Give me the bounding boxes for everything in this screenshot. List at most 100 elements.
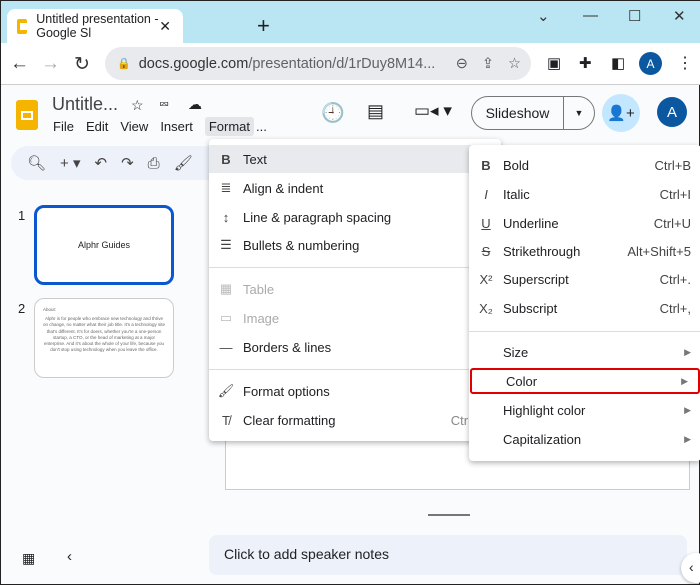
browser-tab[interactable]: Untitled presentation - Google Sl ✕	[7, 9, 183, 43]
slideshow-button[interactable]: Slideshow ▼	[471, 96, 595, 130]
close-window-button[interactable]: ✕	[673, 7, 686, 25]
capitalization-item[interactable]: Capitalization ▶	[469, 425, 700, 453]
new-tab-button[interactable]: +	[257, 13, 270, 39]
menu-bar: File Edit View Insert Format...	[53, 117, 279, 136]
back-icon[interactable]: ←	[10, 53, 29, 75]
profile-avatar[interactable]: A	[639, 52, 662, 75]
table-item: ▦ Table	[209, 275, 501, 303]
item-label: Image	[243, 310, 280, 326]
menu-insert[interactable]: Insert	[160, 119, 193, 134]
line-spacing-item[interactable]: ↕ Line & paragraph spacing	[209, 203, 501, 231]
submenu-arrow-icon: ▶	[684, 433, 691, 444]
new-slide-icon[interactable]: + ▾	[60, 154, 80, 172]
notes-resize-handle[interactable]	[428, 514, 470, 516]
menu-divider	[209, 267, 501, 268]
align-indent-item[interactable]: ≣ Align & indent	[209, 174, 501, 202]
slide-number: 1	[18, 208, 26, 223]
italic-item[interactable]: I Italic Ctrl+I	[469, 180, 700, 208]
item-label: Table	[243, 281, 275, 297]
subscript-icon: X₂	[479, 300, 493, 316]
tab-search-icon[interactable]: ⌄	[537, 7, 550, 25]
move-icon[interactable]: ⮹	[159, 97, 169, 113]
shortcut: Ctrl+U	[653, 215, 691, 231]
collapse-filmstrip-icon[interactable]: ‹	[67, 548, 72, 565]
format-text-item[interactable]: B Text	[209, 145, 501, 173]
slideshow-dropdown-icon[interactable]: ▼	[564, 108, 594, 118]
speaker-notes[interactable]: Click to add speaker notes	[209, 535, 687, 575]
slide-thumbnail-2[interactable]: About: Alphr is for people who embrace ne…	[34, 298, 174, 378]
forward-icon[interactable]: →	[41, 53, 60, 75]
url-path: /presentation/d/1rDuy8M14...	[248, 55, 436, 72]
highlight-color-item[interactable]: Highlight color ▶	[469, 396, 700, 424]
history-icon[interactable]: 🕘	[321, 101, 345, 125]
subscript-item[interactable]: X₂ Subscript Ctrl+,	[469, 294, 700, 322]
submenu-arrow-icon: ▶	[681, 375, 688, 386]
doc-title[interactable]: Untitle...	[52, 94, 118, 115]
align-indent-icon: ≣	[220, 180, 232, 195]
account-avatar[interactable]: A	[657, 97, 687, 127]
side-panel-toggle[interactable]: ‹	[681, 553, 700, 583]
superscript-item[interactable]: X² Superscript Ctrl+.	[469, 265, 700, 293]
grid-view-icon[interactable]: ▦	[22, 550, 35, 567]
line-spacing-icon: ↕	[222, 209, 230, 225]
menu-more[interactable]: ...	[256, 119, 267, 134]
menu-file[interactable]: File	[53, 119, 74, 134]
minimize-button[interactable]: —	[583, 7, 598, 24]
item-label: Subscript	[503, 300, 558, 316]
side-panel-icon[interactable]: ◧	[611, 54, 625, 72]
shortcut: Ctrl+.	[659, 271, 691, 287]
slideshow-label[interactable]: Slideshow	[472, 97, 564, 129]
menu-divider	[209, 369, 501, 370]
comments-icon[interactable]: ▤	[367, 101, 384, 122]
undo-icon[interactable]: ↶	[95, 154, 108, 172]
submenu-arrow-icon: ▶	[684, 346, 691, 357]
cloud-status-icon[interactable]: ☁	[188, 96, 202, 113]
item-label: Italic	[503, 186, 530, 202]
bullets-item[interactable]: ☰ Bullets & numbering	[209, 231, 501, 259]
item-label: Clear formatting	[243, 412, 336, 428]
bold-icon: B	[221, 151, 231, 167]
underline-item[interactable]: U Underline Ctrl+U	[469, 209, 700, 237]
toolbar: 🔍︎ + ▾ ↶ ↷ ⎙ 🖌	[11, 146, 221, 180]
close-tab-icon[interactable]: ✕	[159, 18, 171, 35]
color-item[interactable]: Color ▶	[470, 368, 700, 394]
underline-icon: U	[481, 215, 491, 231]
clear-formatting-item[interactable]: T̸ Clear formatting Ctrl	[209, 406, 501, 434]
menu-view[interactable]: View	[120, 119, 148, 134]
item-label: Strikethrough	[503, 243, 581, 259]
address-bar[interactable]: 🔒 docs.google.com/presentation/d/1rDuy8M1…	[105, 47, 531, 80]
table-icon: ▦	[219, 281, 233, 296]
item-label: Superscript	[503, 271, 569, 287]
slide-number: 2	[18, 301, 26, 316]
print-icon[interactable]: ⎙	[148, 155, 160, 172]
menu-divider	[469, 331, 700, 332]
menu-format[interactable]: Format	[204, 117, 254, 136]
slide-title: Alphr Guides	[77, 240, 131, 250]
star-icon[interactable]: ☆	[508, 56, 521, 72]
bold-item[interactable]: B Bold Ctrl+B	[469, 151, 700, 179]
bullets-icon: ☰	[220, 237, 232, 252]
item-label: Line & paragraph spacing	[243, 209, 392, 225]
maximize-button[interactable]: ☐	[628, 7, 641, 25]
format-options-item[interactable]: 🖌 Format options	[209, 377, 501, 405]
extensions-icon[interactable]: ✚	[579, 54, 592, 72]
share-button[interactable]: 👤+	[602, 94, 640, 132]
url-host: docs.google.com	[138, 55, 249, 72]
size-item[interactable]: Size ▶	[469, 338, 700, 366]
image-item: ▭ Image	[209, 304, 501, 332]
reload-icon[interactable]: ↻	[74, 53, 90, 76]
paint-format-icon[interactable]: 🖌	[174, 154, 193, 172]
slide-thumbnail-1[interactable]: Alphr Guides	[34, 205, 174, 285]
more-icon[interactable]: ⋮	[677, 53, 693, 73]
menu-edit[interactable]: Edit	[86, 119, 108, 134]
strikethrough-item[interactable]: S Strikethrough Alt+Shift+5	[469, 237, 700, 265]
search-icon[interactable]: 🔍︎	[27, 154, 46, 172]
zoom-icon[interactable]: ⊖	[456, 56, 468, 72]
star-icon[interactable]: ☆	[131, 97, 144, 114]
redo-icon[interactable]: ↷	[121, 154, 134, 172]
share-icon[interactable]: ⇪	[482, 56, 494, 72]
shortcut: Ctrl+I	[659, 186, 691, 202]
borders-lines-item[interactable]: — Borders & lines	[209, 333, 501, 361]
meet-icon[interactable]: ▭◂ ▾	[414, 101, 452, 121]
screenshot-icon[interactable]: ▣	[547, 54, 561, 72]
